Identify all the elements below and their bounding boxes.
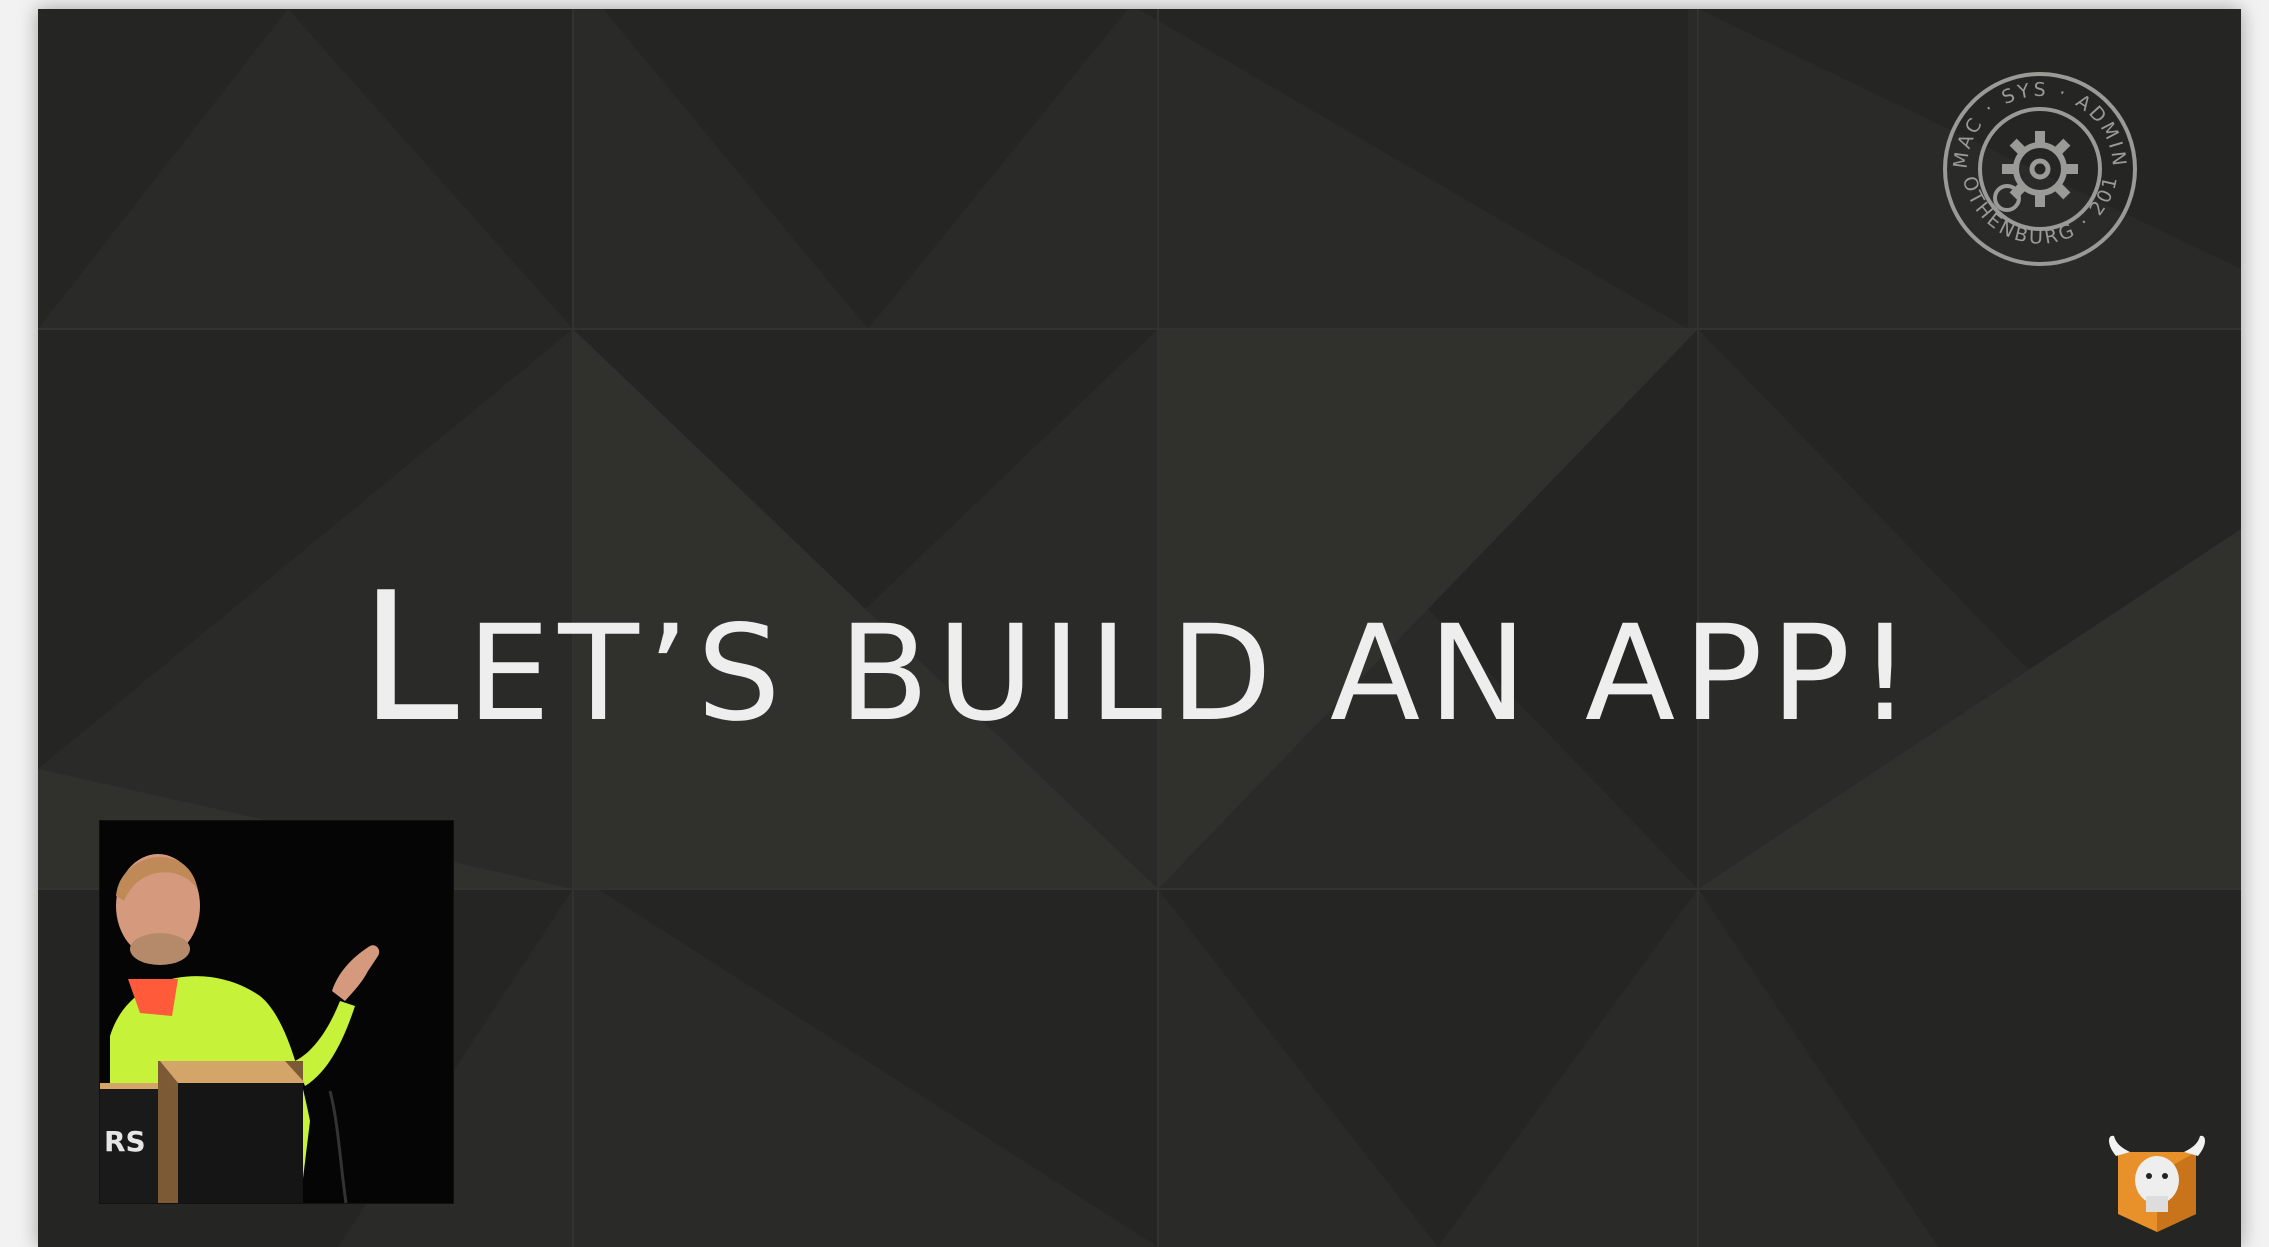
deer-head-box-icon bbox=[2109, 1135, 2205, 1232]
conference-seal-logo: MAC · SYS · ADMIN GOTHENBURG · 2017 bbox=[1932, 53, 2139, 268]
gear-seal-icon: MAC · SYS · ADMIN GOTHENBURG · 2017 bbox=[1932, 53, 2137, 266]
svg-text:MAC · SYS · ADMIN: MAC · SYS · ADMIN bbox=[1950, 79, 2131, 170]
speaker-video-inset: RS bbox=[99, 820, 454, 1204]
title-initial: L bbox=[359, 554, 467, 761]
title-apostrophe: ’ bbox=[646, 597, 697, 751]
brand-logo bbox=[2098, 1134, 2216, 1234]
title-part-4: S BUILD AN APP! bbox=[696, 597, 1920, 751]
seal-top-text: MAC · SYS · ADMIN bbox=[1950, 79, 2128, 170]
slide-canvas: LET’S BUILD AN APP! MAC · SYS · ADMIN GO… bbox=[38, 9, 2241, 1247]
speaker-image: RS bbox=[100, 821, 453, 1203]
slide-title: LET’S BUILD AN APP! bbox=[38, 554, 2241, 761]
title-part-2: ET bbox=[466, 597, 647, 751]
podium-sign-text: RS bbox=[104, 1125, 146, 1158]
